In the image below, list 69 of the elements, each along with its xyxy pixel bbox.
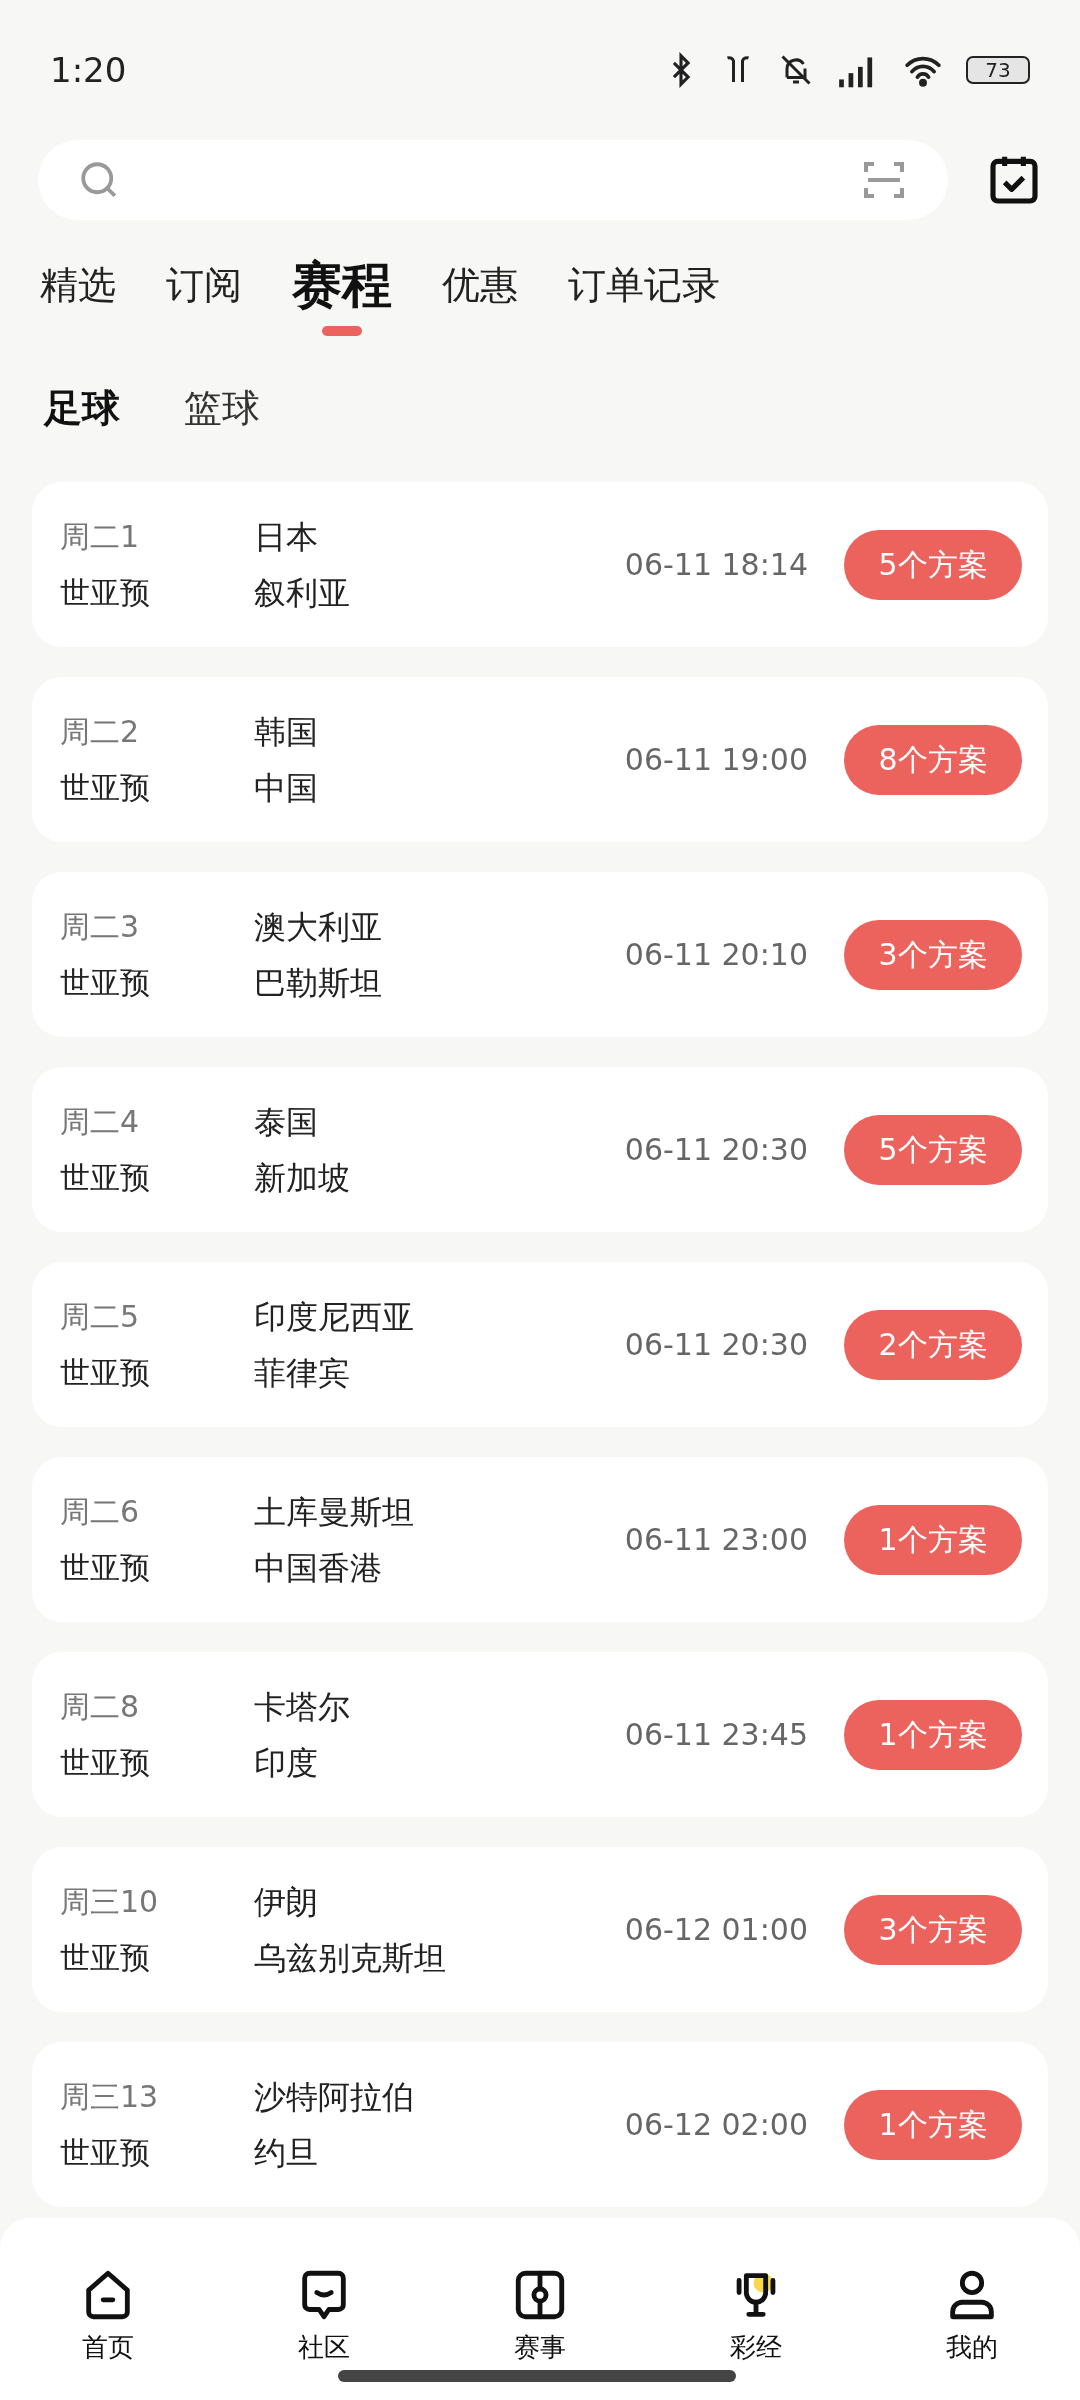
match-number: 周二3 [60,907,141,946]
home-team: 澳大利亚 [254,907,383,946]
match-time: 06-12 01:00 [624,1911,808,1949]
home-team: 韩国 [254,712,319,751]
home-team: 沙特阿拉伯 [254,2077,415,2116]
match-number: 周三13 [60,2077,160,2116]
match-number: 周二8 [60,1687,141,1726]
home-team: 印度尼西亚 [254,1297,415,1336]
nav-item[interactable]: 我的 [912,2266,1032,2367]
match-card[interactable]: 周二6 世亚预 土库曼斯坦 中国香港 06-11 23:00 1个方案 [32,1457,1048,1622]
home-team: 伊朗 [254,1882,319,1921]
match-card[interactable]: 周二8 世亚预 卡塔尔 印度 06-11 23:45 1个方案 [32,1652,1048,1817]
away-team: 约旦 [254,2133,319,2172]
league-name: 世亚预 [60,1353,151,1392]
match-time: 06-11 18:14 [624,546,808,584]
away-team: 叙利亚 [254,573,351,612]
match-card[interactable]: 周二5 世亚预 印度尼西亚 菲律宾 06-11 20:30 2个方案 [32,1262,1048,1427]
league-name: 世亚预 [60,1158,151,1197]
match-time: 06-12 02:00 [624,2106,808,2144]
match-card[interactable]: 周三10 世亚预 伊朗 乌兹别克斯坦 06-12 01:00 3个方案 [32,1847,1048,2012]
away-team: 乌兹别克斯坦 [254,1938,447,1977]
match-number: 周二1 [60,517,141,556]
category-tab[interactable]: 优惠 [442,250,518,320]
away-team: 菲律宾 [254,1353,351,1392]
nav-item[interactable]: 彩经 [696,2266,816,2367]
sport-tab[interactable]: 篮球 [184,379,260,437]
away-team: 新加坡 [254,1158,351,1197]
tab-indicator [322,326,362,336]
sport-tab[interactable]: 足球 [44,379,120,437]
home-team: 土库曼斯坦 [254,1492,415,1531]
category-tab[interactable]: 订单记录 [568,250,720,320]
league-name: 世亚预 [60,2133,151,2172]
nav-item[interactable]: 社区 [264,2266,384,2367]
home-team: 泰国 [254,1102,319,1141]
match-time: 06-11 20:30 [624,1131,808,1169]
match-card[interactable]: 周二2 世亚预 韩国 中国 06-11 19:00 8个方案 [32,677,1048,842]
away-team: 印度 [254,1743,319,1782]
home-team: 卡塔尔 [254,1687,351,1726]
match-card[interactable]: 周二1 世亚预 日本 叙利亚 06-11 18:14 5个方案 [32,482,1048,647]
away-team: 中国香港 [254,1548,383,1587]
league-name: 世亚预 [60,768,151,807]
match-number: 周二6 [60,1492,141,1531]
league-name: 世亚预 [60,1548,151,1587]
match-time: 06-11 19:00 [624,741,808,779]
category-tab[interactable]: 赛程 [292,250,392,320]
match-card[interactable]: 周三13 世亚预 沙特阿拉伯 约旦 06-12 02:00 1个方案 [32,2042,1048,2207]
away-team: 巴勒斯坦 [254,963,383,1002]
category-tab[interactable]: 精选 [40,250,116,320]
away-team: 中国 [254,768,319,807]
nav-item[interactable]: 赛事 [480,2266,600,2367]
league-name: 世亚预 [60,963,151,1002]
status-time: 1:20 [50,48,127,92]
league-name: 世亚预 [60,573,151,612]
home-team: 日本 [254,517,319,556]
match-time: 06-11 20:10 [624,936,808,974]
match-number: 周二2 [60,712,141,751]
match-number: 周三10 [60,1882,160,1921]
match-time: 06-11 23:45 [624,1716,808,1754]
match-card[interactable]: 周二3 世亚预 澳大利亚 巴勒斯坦 06-11 20:10 3个方案 [32,872,1048,1037]
match-number: 周二5 [60,1297,141,1336]
nav-item[interactable]: 首页 [48,2266,168,2367]
category-tab[interactable]: 订阅 [166,250,242,320]
league-name: 世亚预 [60,1743,151,1782]
match-card[interactable]: 周二4 世亚预 泰国 新加坡 06-11 20:30 5个方案 [32,1067,1048,1232]
battery-indicator: 73 [966,56,1030,84]
match-time: 06-11 23:00 [624,1521,808,1559]
league-name: 世亚预 [60,1938,151,1977]
match-number: 周二4 [60,1102,141,1141]
match-time: 06-11 20:30 [624,1326,808,1364]
